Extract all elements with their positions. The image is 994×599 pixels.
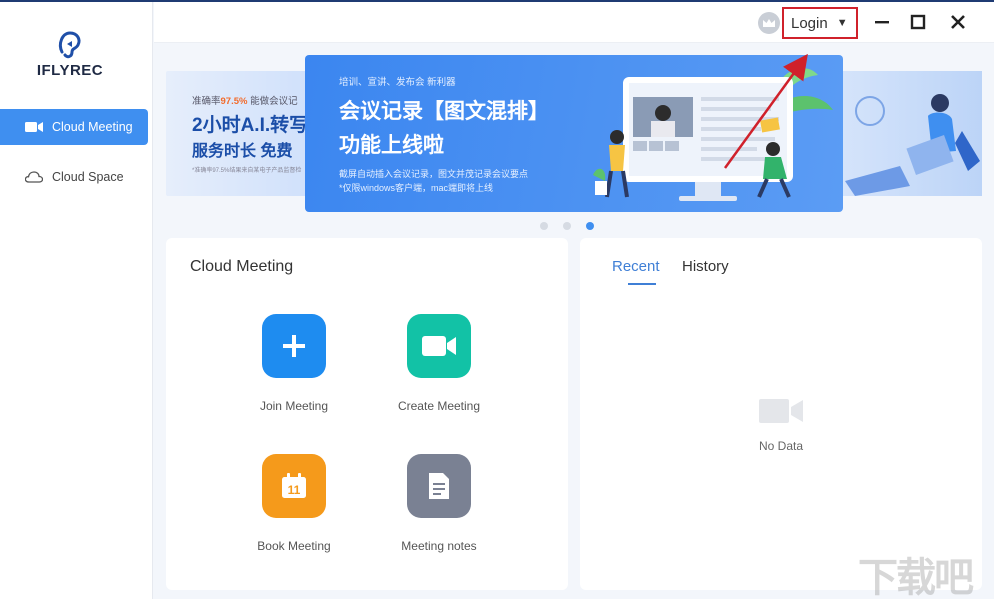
banner-subheadline: 服务时长 免费 [192, 143, 293, 160]
banner-note: *仅限windows客户端，mac端即将上线 [339, 183, 494, 193]
tab-recent[interactable]: Recent [612, 258, 660, 275]
login-button[interactable]: Login ▼ [782, 7, 858, 39]
meeting-records-card: Recent History No Data [580, 238, 982, 590]
illustration-people-icon [845, 94, 980, 196]
calendar-icon: 11 [262, 454, 326, 518]
svg-text:11: 11 [288, 483, 301, 497]
banner-accuracy-text: 准确率97.5% 能做会议记 [192, 96, 298, 107]
cloud-icon [24, 170, 44, 184]
app-name: IFLYREC [36, 62, 104, 79]
video-camera-icon [759, 399, 803, 423]
carousel-slide-next[interactable] [840, 71, 982, 196]
login-label: Login [791, 14, 828, 32]
carousel-slide-active[interactable]: 培训、宣讲、发布会 新利器 会议记录【图文混排】 功能上线啦 截屏自动插入会议记… [305, 55, 843, 212]
monitor-illustration-icon [593, 68, 833, 201]
active-tab-indicator [628, 283, 656, 285]
banner-footnote: *准确率97.5%结果来自某电子产品监督检 [192, 168, 302, 174]
minimize-button[interactable] [870, 10, 894, 34]
carousel-dot-1[interactable] [540, 222, 548, 230]
banner-description: 截屏自动插入会议记录，图文并茂记录会议要点 [339, 169, 529, 179]
close-button[interactable] [946, 10, 970, 34]
chevron-down-icon: ▼ [836, 17, 848, 29]
empty-state-label: No Data [758, 439, 804, 453]
sidebar-item-label: Cloud Meeting [52, 120, 133, 134]
minimize-icon [875, 21, 889, 24]
carousel-dot-3[interactable] [586, 222, 594, 230]
tab-history[interactable]: History [682, 258, 729, 275]
banner-headline: 2小时A.I.转写 [192, 115, 309, 136]
video-camera-icon [407, 314, 471, 378]
document-icon [407, 454, 471, 518]
action-label: Join Meeting [259, 399, 329, 413]
app-logo: IFLYREC [30, 30, 110, 82]
maximize-icon [910, 14, 926, 30]
action-label: Book Meeting [257, 539, 331, 553]
carousel-slide-previous[interactable]: 准确率97.5% 能做会议记 2小时A.I.转写 服务时长 免费 *准确率97.… [166, 71, 316, 196]
banner-title-line2: 功能上线啦 [339, 134, 444, 157]
sidebar-item-cloud-space[interactable]: Cloud Space [0, 159, 148, 195]
sidebar-item-label: Cloud Space [52, 170, 124, 184]
meeting-notes-button[interactable]: Meeting notes [379, 454, 499, 553]
cloud-meeting-card: Cloud Meeting Join Meeting Create Meetin… [166, 238, 568, 590]
sidebar-item-cloud-meeting[interactable]: Cloud Meeting [0, 109, 148, 145]
join-meeting-button[interactable]: Join Meeting [234, 314, 354, 413]
carousel-dot-2[interactable] [563, 222, 571, 230]
top-bar: Login ▼ [154, 2, 994, 43]
card-title: Cloud Meeting [190, 258, 294, 275]
book-meeting-button[interactable]: 11 Book Meeting [234, 454, 354, 553]
maximize-button[interactable] [906, 10, 930, 34]
banner-title: 会议记录【图文混排】 [339, 100, 549, 123]
create-meeting-button[interactable]: Create Meeting [379, 314, 499, 413]
watermark: 下载吧 [858, 556, 974, 599]
video-camera-icon [24, 120, 44, 134]
empty-state: No Data [730, 398, 832, 453]
avatar[interactable] [758, 12, 780, 34]
sidebar: IFLYREC Cloud Meeting Cloud Space [0, 2, 153, 599]
close-icon [951, 15, 965, 29]
action-label: Meeting notes [401, 539, 477, 553]
banner-subtitle: 培训、宣讲、发布会 新利器 [339, 77, 456, 88]
plus-icon [262, 314, 326, 378]
ear-logo-icon [58, 31, 81, 59]
action-label: Create Meeting [397, 399, 481, 413]
